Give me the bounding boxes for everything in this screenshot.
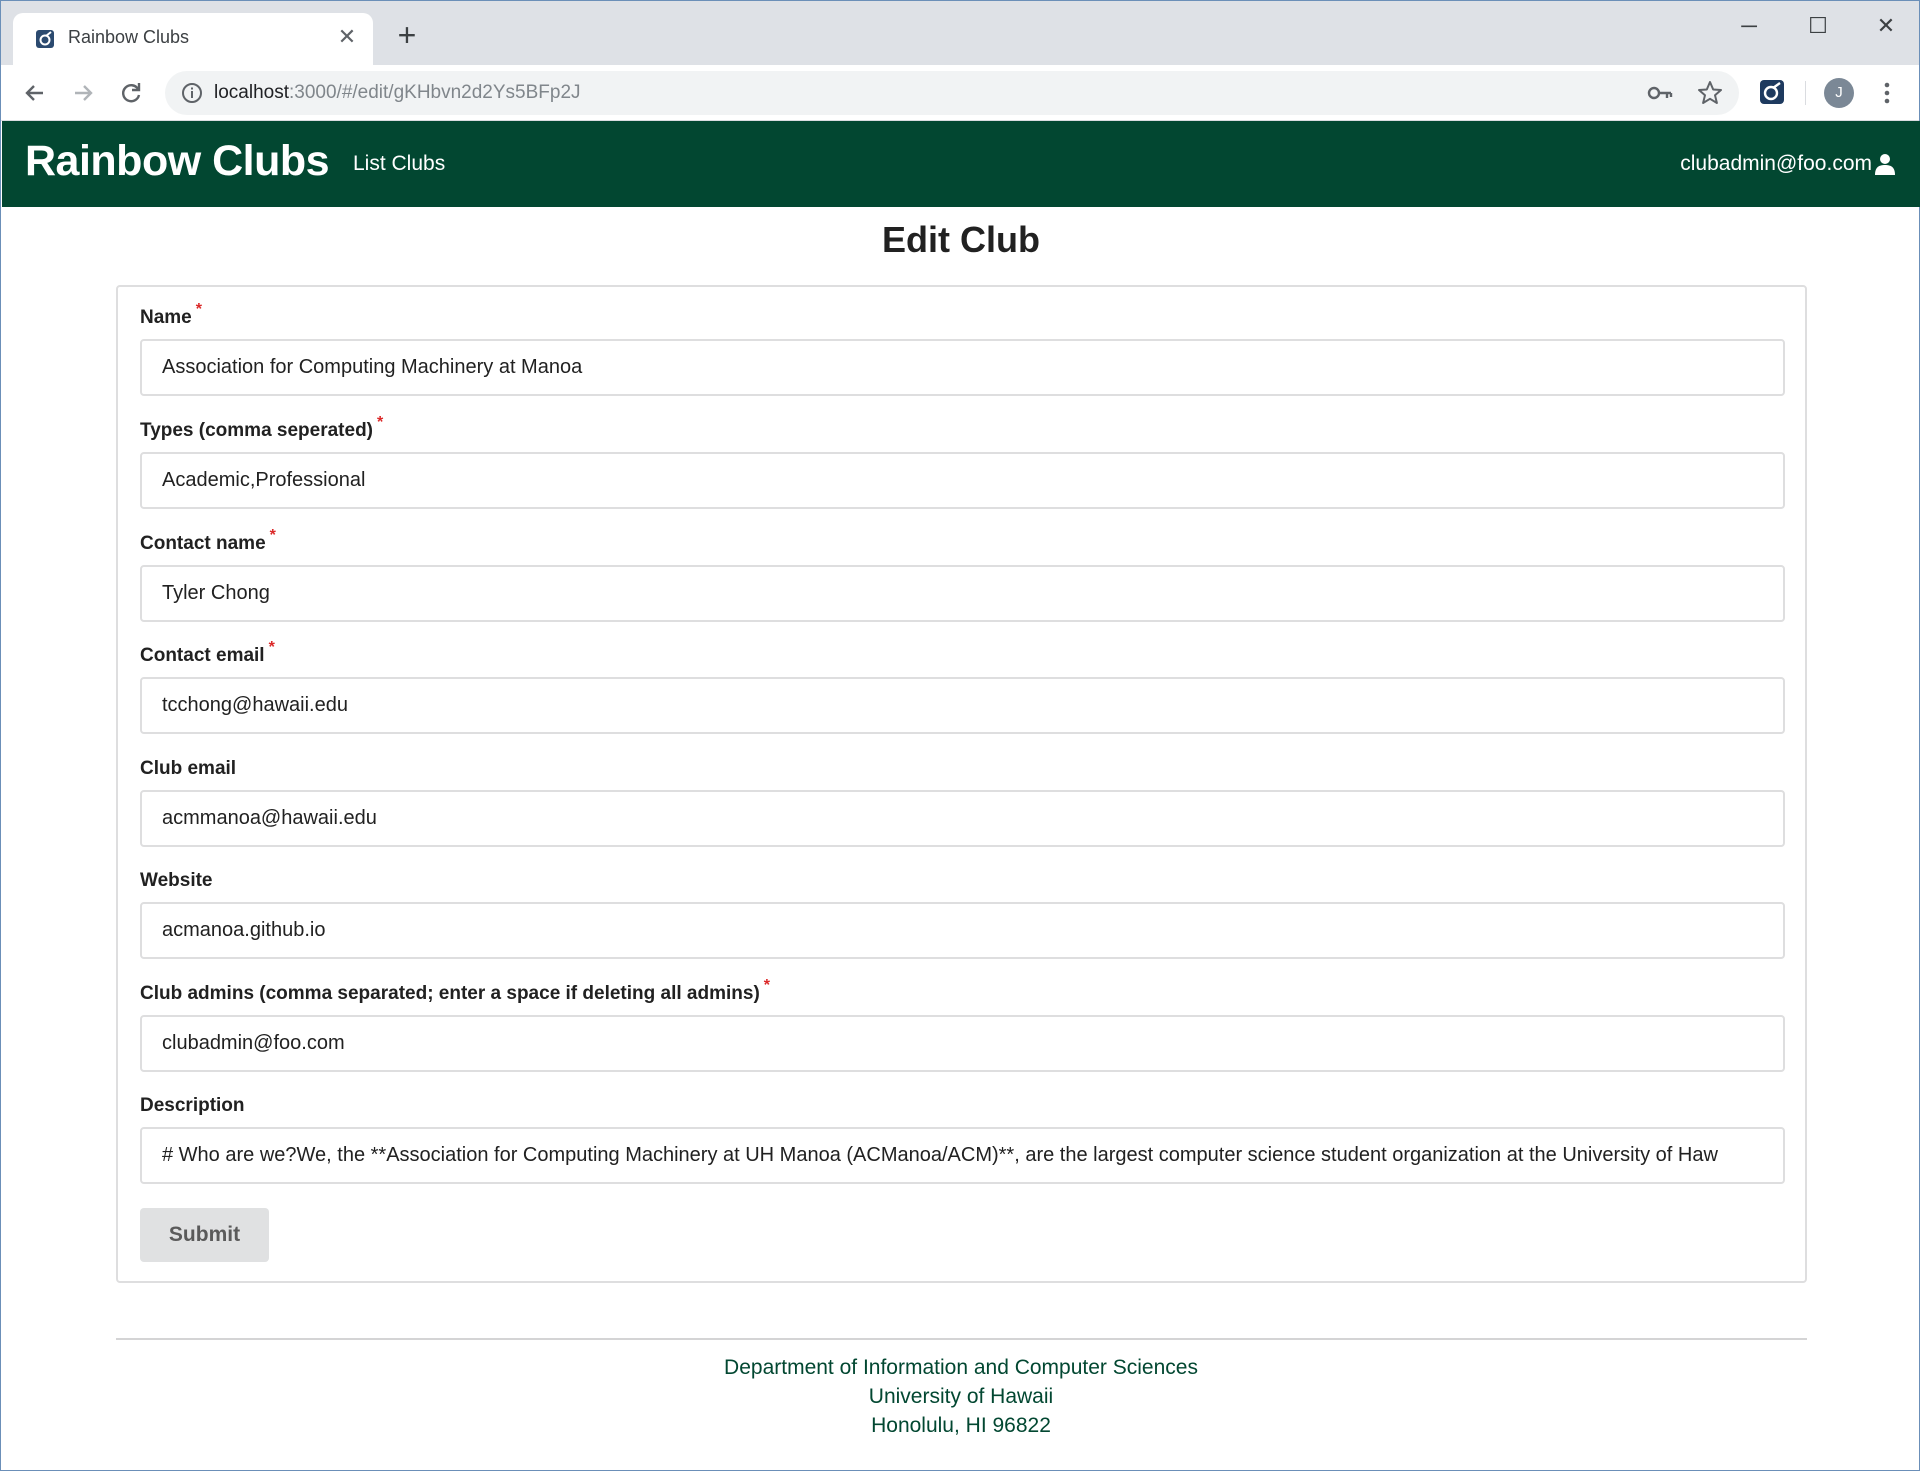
bookmark-star-icon[interactable] bbox=[1697, 80, 1723, 106]
site-info-icon[interactable] bbox=[181, 82, 203, 104]
toolbar-divider bbox=[1805, 81, 1806, 105]
footer-department: Department of Information and Computer S… bbox=[724, 1356, 1198, 1379]
field-website: Website bbox=[140, 870, 1785, 959]
label-text: Types (comma seperated) bbox=[140, 420, 374, 441]
field-label: Contact email * bbox=[140, 639, 1785, 671]
edit-club-form: Name* Types (comma seperated)* Contact n… bbox=[116, 285, 1807, 1283]
field-label: Club admins (comma separated; enter a sp… bbox=[140, 977, 1785, 1009]
description-input[interactable] bbox=[140, 1127, 1785, 1184]
back-arrow-icon[interactable] bbox=[19, 77, 51, 109]
url-text: localhost:3000/#/edit/gKHbvn2d2Ys5BFp2J bbox=[214, 82, 581, 104]
footer: Department of Information and Computer S… bbox=[1, 1353, 1920, 1440]
club-admins-input[interactable] bbox=[140, 1015, 1785, 1072]
field-description: Description bbox=[140, 1095, 1785, 1184]
nav-list-clubs[interactable]: List Clubs bbox=[353, 152, 445, 176]
field-label: Website bbox=[140, 870, 1785, 896]
window-minimize-icon[interactable]: ─ bbox=[1729, 11, 1769, 41]
profile-avatar[interactable]: J bbox=[1824, 78, 1854, 108]
label-text: Contact name bbox=[140, 533, 266, 554]
app-navbar: Rainbow Clubs List Clubs clubadmin@foo.c… bbox=[2, 121, 1920, 207]
window-close-icon[interactable]: ✕ bbox=[1866, 11, 1906, 41]
url-path: :3000/#/edit/gKHbvn2d2Ys5BFp2J bbox=[289, 82, 581, 103]
field-club-email: Club email bbox=[140, 758, 1785, 847]
field-name: Name * bbox=[140, 301, 1785, 396]
field-label: Club email bbox=[140, 758, 1785, 784]
forward-arrow-icon[interactable] bbox=[67, 77, 99, 109]
required-marker: * bbox=[269, 527, 276, 544]
browser-tab[interactable]: Rainbow Clubs ✕ bbox=[13, 13, 373, 65]
label-text: Website bbox=[140, 870, 213, 891]
browser-menu-icon[interactable] bbox=[1877, 77, 1897, 109]
brand-logo-link[interactable]: Rainbow Clubs bbox=[25, 137, 330, 186]
submit-button[interactable]: Submit bbox=[140, 1208, 269, 1262]
footer-university: University of Hawaii bbox=[868, 1385, 1054, 1408]
tab-close-icon[interactable]: ✕ bbox=[335, 25, 359, 49]
label-text: Club email bbox=[140, 758, 237, 779]
user-icon bbox=[1875, 154, 1895, 175]
page-title: Edit Club bbox=[882, 219, 1040, 260]
club-email-input[interactable] bbox=[140, 790, 1785, 847]
browser-window: Rainbow Clubs ✕ + ─ ☐ ✕ localhost:3000/#… bbox=[0, 0, 1920, 1471]
required-marker: * bbox=[763, 977, 771, 994]
browser-toolbar: localhost:3000/#/edit/gKHbvn2d2Ys5BFp2J … bbox=[1, 65, 1919, 121]
reload-icon[interactable] bbox=[115, 77, 147, 109]
user-email: clubadmin@foo.com bbox=[1680, 152, 1872, 175]
required-marker: * bbox=[195, 301, 202, 318]
label-text: Club admins (comma separated; enter a sp… bbox=[140, 983, 760, 1004]
label-text: Contact email bbox=[140, 645, 265, 666]
url-host: localhost bbox=[214, 82, 289, 103]
tab-strip: Rainbow Clubs ✕ + ─ ☐ ✕ bbox=[1, 1, 1919, 65]
tab-title: Rainbow Clubs bbox=[68, 27, 190, 47]
field-contact-email: Contact email * bbox=[140, 639, 1785, 734]
required-marker: * bbox=[268, 639, 275, 656]
field-club-admins: Club admins (comma separated; enter a sp… bbox=[140, 977, 1785, 1072]
types-input[interactable] bbox=[140, 452, 1785, 509]
field-label: Description bbox=[140, 1095, 1785, 1121]
field-types: Types (comma seperated) * bbox=[140, 414, 1785, 509]
user-dropdown[interactable]: clubadmin@foo.com bbox=[1680, 152, 1896, 176]
field-label: Name * bbox=[140, 301, 1785, 333]
extension-icon[interactable] bbox=[1759, 79, 1785, 105]
footer-divider bbox=[116, 1338, 1807, 1340]
label-text: Description bbox=[140, 1095, 245, 1116]
field-contact-name: Contact name * bbox=[140, 527, 1785, 622]
window-maximize-icon[interactable]: ☐ bbox=[1798, 11, 1838, 41]
password-key-icon[interactable] bbox=[1647, 81, 1673, 105]
name-input[interactable] bbox=[140, 339, 1785, 396]
footer-address: Honolulu, HI 96822 bbox=[871, 1414, 1051, 1437]
address-bar[interactable]: localhost:3000/#/edit/gKHbvn2d2Ys5BFp2J bbox=[165, 71, 1739, 115]
contact-email-input[interactable] bbox=[140, 677, 1785, 734]
field-label: Contact name * bbox=[140, 527, 1785, 559]
field-label: Types (comma seperated) * bbox=[140, 414, 1785, 446]
required-marker: * bbox=[377, 414, 384, 431]
contact-name-input[interactable] bbox=[140, 565, 1785, 622]
label-text: Name bbox=[140, 307, 192, 328]
site-favicon-icon bbox=[36, 30, 54, 48]
new-tab-plus-icon[interactable]: + bbox=[391, 19, 423, 53]
website-input[interactable] bbox=[140, 902, 1785, 959]
